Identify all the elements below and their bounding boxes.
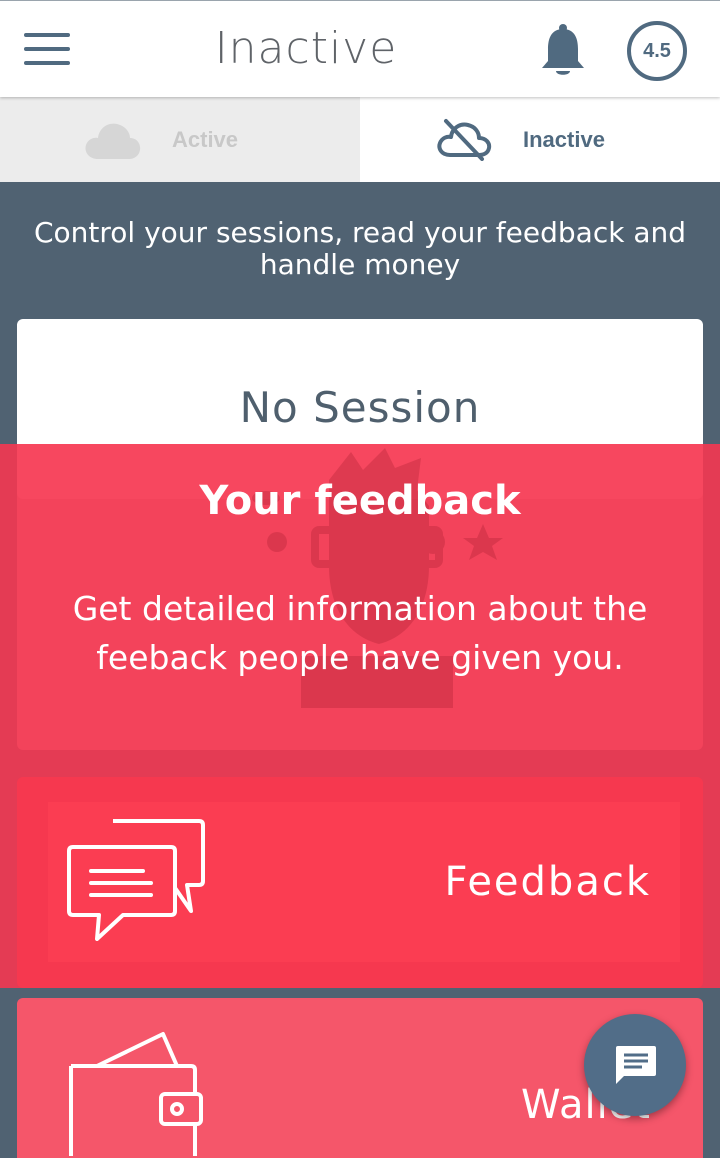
rating-badge[interactable]: 4.5 bbox=[627, 21, 687, 81]
chat-bubbles-icon bbox=[67, 819, 205, 941]
tab-inactive-label: Inactive bbox=[523, 127, 605, 152]
tab-active-label: Active bbox=[172, 127, 239, 152]
page-title: Inactive bbox=[214, 23, 398, 74]
tutorial-overlay[interactable]: Your feedback Get detailed information a… bbox=[0, 444, 720, 988]
session-tabs: Active Inactive bbox=[0, 97, 720, 182]
chat-fab[interactable] bbox=[584, 1014, 686, 1116]
wallet-icon bbox=[69, 1032, 203, 1156]
cloud-off-icon bbox=[437, 119, 492, 161]
tab-inactive[interactable]: Inactive bbox=[360, 97, 720, 182]
feedback-card[interactable]: Feedback bbox=[17, 777, 703, 988]
tip-title: Your feedback bbox=[199, 478, 521, 524]
tip-box: Your feedback Get detailed information a… bbox=[17, 444, 703, 750]
page-subtitle: Control your sessions, read your feedbac… bbox=[33, 216, 687, 281]
cloud-icon bbox=[85, 123, 141, 159]
feedback-label: Feedback bbox=[444, 859, 651, 905]
tab-active[interactable]: Active bbox=[0, 97, 360, 182]
message-icon bbox=[616, 1046, 656, 1084]
app-bar: Inactive 4.5 bbox=[0, 0, 720, 97]
session-status: No Session bbox=[239, 383, 481, 432]
notifications-button[interactable] bbox=[538, 23, 588, 79]
bell-icon bbox=[542, 24, 584, 75]
tip-body: Get detailed information about the feeba… bbox=[72, 589, 648, 677]
rating-value: 4.5 bbox=[643, 39, 671, 62]
